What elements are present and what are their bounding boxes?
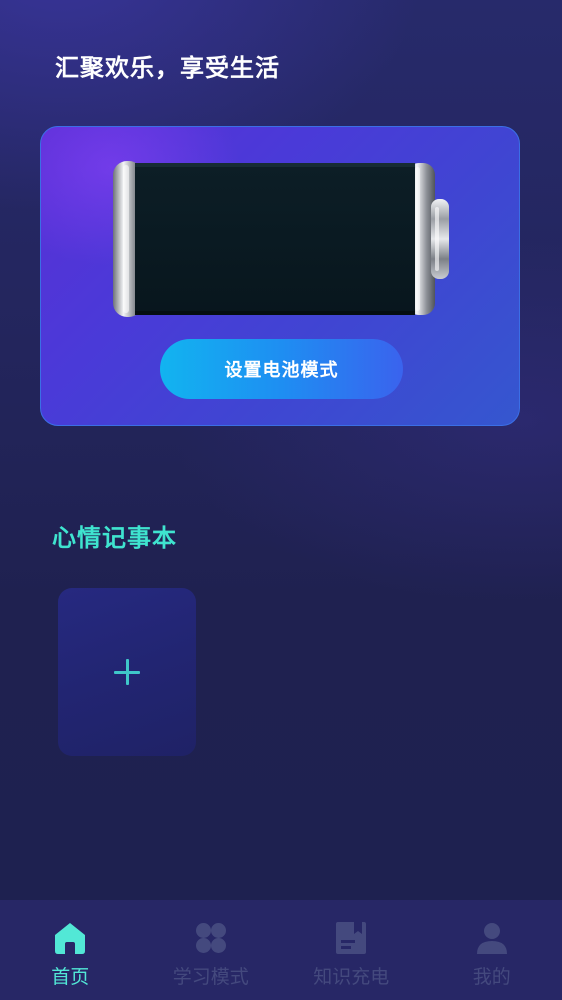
clover-icon (195, 923, 226, 953)
nav-item-knowledge[interactable]: 知识充电 (281, 900, 422, 1000)
home-icon (55, 923, 86, 954)
add-note-button[interactable] (58, 588, 196, 756)
book-icon (336, 922, 367, 954)
nav-item-mine[interactable]: 我的 (422, 900, 562, 1000)
set-battery-mode-button[interactable]: 设置电池模式 (160, 339, 403, 399)
page-title: 汇聚欢乐，享受生活 (55, 54, 280, 82)
battery-icon (113, 161, 449, 317)
plus-icon (114, 659, 140, 685)
user-icon (476, 923, 507, 954)
bottom-nav: 首页 学习模式 知识充电 我的 (0, 900, 562, 1000)
nav-label-mine: 我的 (472, 966, 511, 988)
nav-label-study: 学习模式 (172, 966, 249, 988)
nav-item-study[interactable]: 学习模式 (141, 900, 282, 1000)
battery-card: 设置电池模式 (40, 126, 520, 426)
nav-label-knowledge: 知识充电 (313, 966, 390, 988)
notes-section-title: 心情记事本 (52, 524, 177, 552)
nav-item-home[interactable]: 首页 (0, 900, 141, 1000)
nav-label-home: 首页 (51, 966, 90, 988)
